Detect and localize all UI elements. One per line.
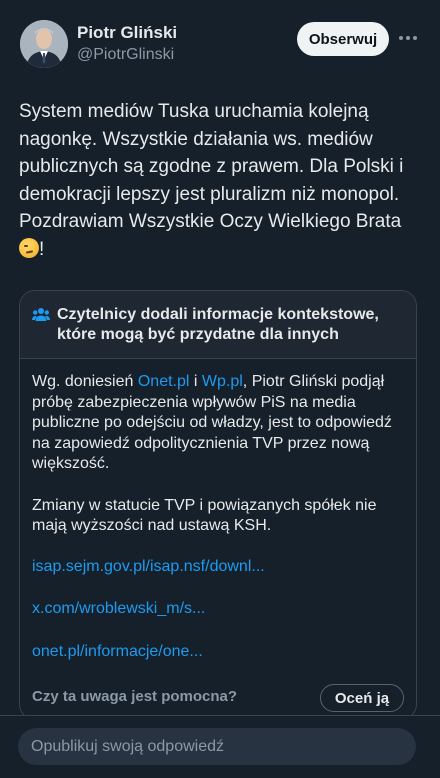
tweet-page: Piotr Gliński @PiotrGlinski Obserwuj Sys… [0, 0, 440, 778]
tweet-text: System mediów Tuska uruchamia kolejną na… [19, 98, 424, 263]
author-handle[interactable]: @PiotrGlinski [77, 46, 174, 64]
source-link-onet[interactable]: onet.pl/informacje/one... [32, 642, 407, 663]
rate-note-button[interactable]: Oceń ją [320, 684, 404, 712]
source-link-x[interactable]: x.com/wroblewski_m/s... [32, 599, 407, 620]
author-avatar[interactable] [20, 20, 68, 68]
onet-link[interactable]: Onet.pl [138, 373, 190, 390]
reply-input[interactable]: Opublikuj swoją odpowiedź [18, 728, 416, 765]
community-note-title: Czytelnicy dodali informacje kontekstowe… [57, 306, 379, 343]
community-note-body: Wg. doniesień Onet.pl i Wp.pl, Piotr Gli… [32, 372, 407, 662]
reply-bar: Opublikuj swoją odpowiedź [0, 715, 440, 778]
source-link-isap[interactable]: isap.sejm.gov.pl/isap.nsf/downl... [32, 557, 407, 578]
more-options-icon[interactable] [398, 28, 418, 48]
people-icon [32, 308, 50, 321]
tweet-suffix: ! [39, 238, 45, 260]
note-text: i [189, 373, 202, 390]
community-note-header: Czytelnicy dodali informacje kontekstowe… [20, 291, 416, 359]
tweet-body: System mediów Tuska uruchamia kolejną na… [19, 101, 404, 232]
note-text: Wg. doniesień [32, 373, 138, 390]
author-name[interactable]: Piotr Gliński [77, 23, 177, 43]
community-note: Czytelnicy dodali informacje kontekstowe… [19, 290, 417, 720]
wp-link[interactable]: Wp.pl [202, 373, 243, 390]
helpful-question: Czy ta uwaga jest pomocna? [32, 688, 238, 705]
winking-face-icon [19, 237, 39, 258]
note-paragraph-1: Wg. doniesień Onet.pl i Wp.pl, Piotr Gli… [32, 372, 407, 475]
note-paragraph-2: Zmiany w statucie TVP i powiązanych spół… [32, 496, 377, 535]
follow-button[interactable]: Obserwuj [297, 22, 389, 56]
tweet-header: Piotr Gliński @PiotrGlinski Obserwuj [20, 20, 420, 72]
